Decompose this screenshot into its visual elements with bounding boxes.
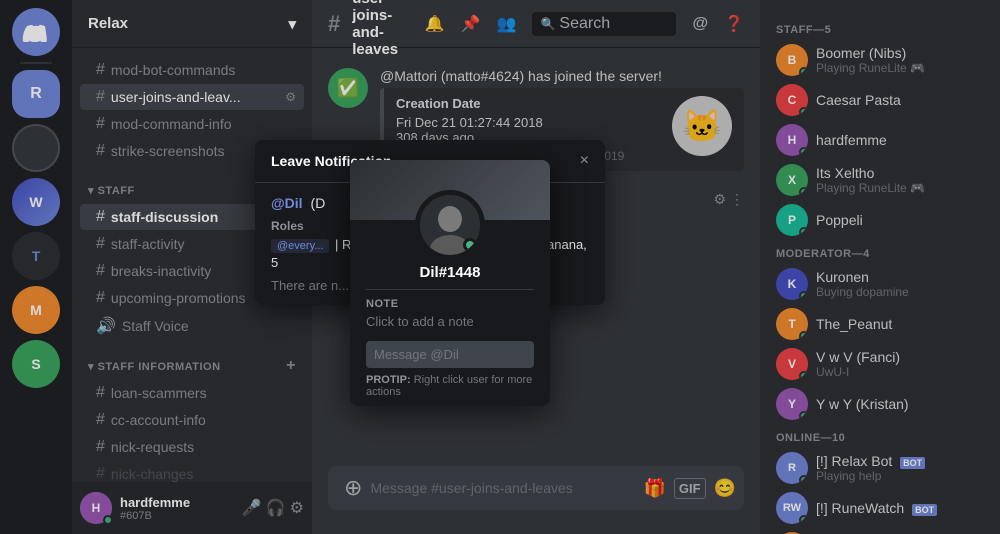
profile-note-section: NOTE Click to add a note xyxy=(350,290,550,337)
profile-protip: PROTIP: Right click user for more action… xyxy=(350,368,550,406)
popup-user-detail: (D xyxy=(311,195,326,211)
profile-message-input[interactable]: Message @Dil xyxy=(366,341,534,368)
profile-online-dot xyxy=(463,238,477,252)
popup-user-label[interactable]: @Dil xyxy=(271,195,303,211)
profile-card: Dil#1448 NOTE Click to add a note Messag… xyxy=(350,160,550,406)
note-label: NOTE xyxy=(366,298,534,310)
profile-avatar-wrap xyxy=(350,190,550,260)
profile-username: Dil#1448 xyxy=(350,260,550,289)
popup-overlay: Leave Notification × @Dil (D Roles @ever… xyxy=(0,0,1000,534)
protip-label: PROTIP: xyxy=(366,374,411,386)
popup-close-button[interactable]: × xyxy=(580,152,589,170)
note-input[interactable]: Click to add a note xyxy=(366,314,534,329)
profile-avatar xyxy=(415,190,485,260)
role-tag: @every... xyxy=(271,239,329,253)
